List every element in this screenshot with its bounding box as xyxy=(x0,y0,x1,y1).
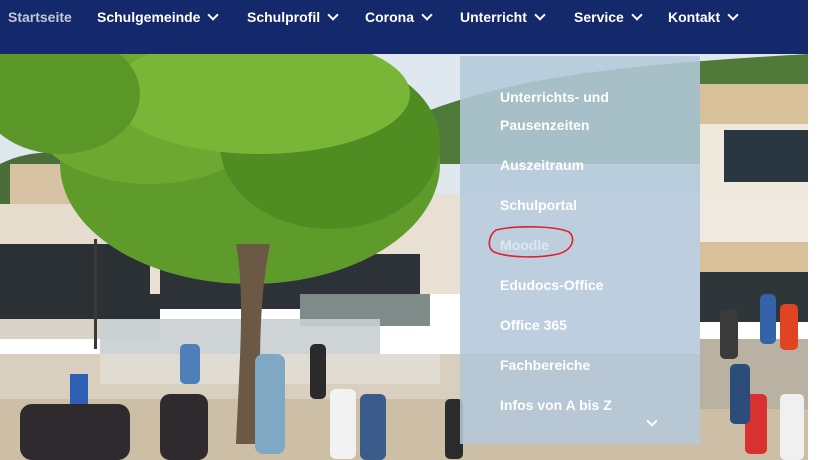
chevron-down-icon xyxy=(207,9,220,21)
nav-item-unterricht[interactable]: Unterricht xyxy=(460,7,546,27)
dropdown-item-edudocs-office[interactable]: Edudocs-Office xyxy=(500,271,603,299)
nav-item-label: Schulprofil xyxy=(247,9,321,25)
dropdown-item-label-line1: Unterrichts- und xyxy=(500,89,609,105)
dropdown-item-label: Infos von A bis Z xyxy=(500,397,612,413)
nav-item-schulgemeinde[interactable]: Schulgemeinde xyxy=(97,7,220,27)
nav-item-label: Unterricht xyxy=(460,9,527,25)
dropdown-item-label: Edudocs-Office xyxy=(500,277,604,293)
dropdown-item-schulportal[interactable]: Schulportal xyxy=(500,191,577,219)
nav-item-label: Corona xyxy=(365,9,414,25)
dropdown-item-label: Office 365 xyxy=(500,317,567,333)
highlight-circle-annotation xyxy=(488,226,574,258)
dropdown-item-office-365[interactable]: Office 365 xyxy=(500,311,567,339)
nav-item-label: Kontakt xyxy=(668,9,721,25)
dropdown-item-unterrichts-und-pausenzeiten[interactable]: Unterrichts- und Pausenzeiten xyxy=(500,83,609,139)
chevron-down-icon xyxy=(327,9,339,21)
dropdown-item-label: Schulportal xyxy=(500,197,578,213)
page-edge xyxy=(808,0,825,460)
dropdown-item-label: Auszeitraum xyxy=(500,157,585,173)
chevron-down-icon xyxy=(534,9,546,21)
dropdown-item-label-line2: Pausenzeiten xyxy=(500,117,590,133)
chevron-down-icon xyxy=(631,9,643,21)
nav-item-schulprofil[interactable]: Schulprofil xyxy=(247,7,339,27)
nav-item-label: Schulgemeinde xyxy=(97,9,201,25)
dropdown-item-fachbereiche[interactable]: Fachbereiche xyxy=(500,351,590,379)
dropdown-item-auszeitraum[interactable]: Auszeitraum xyxy=(500,151,584,179)
nav-item-corona[interactable]: Corona xyxy=(365,7,433,27)
nav-item-startseite[interactable]: Startseite xyxy=(8,7,72,27)
dropdown-item-label: Fachbereiche xyxy=(500,357,591,373)
nav-item-label: Service xyxy=(574,9,624,25)
main-navbar: Startseite Schulgemeinde Schulprofil Cor… xyxy=(0,0,808,54)
nav-item-kontakt[interactable]: Kontakt xyxy=(668,7,739,27)
nav-item-label: Startseite xyxy=(8,9,72,25)
chevron-down-icon xyxy=(421,9,433,21)
chevron-down-icon xyxy=(727,9,739,21)
nav-item-service[interactable]: Service xyxy=(574,7,643,27)
dropdown-item-infos-von-a-bis-z[interactable]: Infos von A bis Z xyxy=(500,391,612,419)
chevron-down-icon[interactable] xyxy=(646,415,658,427)
